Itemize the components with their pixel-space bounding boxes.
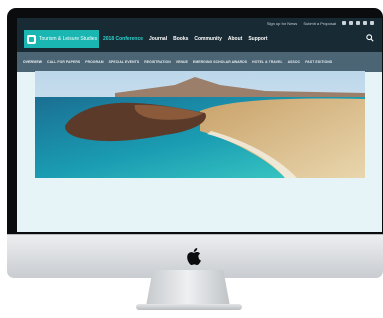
subnav-hotel-travel[interactable]: HOTEL & TRAVEL <box>252 60 282 64</box>
nav-conference[interactable]: 2018 Conference <box>103 36 143 42</box>
subnav-overview[interactable]: OVERVIEW <box>23 60 42 64</box>
nav-journal[interactable]: Journal <box>149 36 167 42</box>
site-logo[interactable]: Tourism & Leisure Studies <box>24 30 99 48</box>
subnav-emerging-scholar-awards[interactable]: EMERGING SCHOLAR AWARDS <box>193 60 247 64</box>
conference-sub-nav: OVERVIEW CALL FOR PAPERS PROGRAM SPECIAL… <box>17 52 382 72</box>
website-screen: Sign up for News Submit a Proposal Touri… <box>17 18 382 232</box>
subnav-assoc[interactable]: ASSOC <box>288 60 301 64</box>
subnav-venue[interactable]: VENUE <box>176 60 188 64</box>
imac-stand <box>146 270 230 306</box>
imac-foot <box>136 304 242 310</box>
nav-books[interactable]: Books <box>173 36 188 42</box>
subnav-past-editions[interactable]: PAST EDITIONS <box>305 60 332 64</box>
subnav-call-for-papers[interactable]: CALL FOR PAPERS <box>47 60 80 64</box>
site-header: Sign up for News Submit a Proposal Touri… <box>17 18 382 52</box>
hero-beach-image <box>35 71 365 178</box>
youtube-icon[interactable] <box>370 21 374 25</box>
logo-text: Tourism & Leisure Studies <box>39 36 98 42</box>
nav-community[interactable]: Community <box>194 36 222 42</box>
utility-bar: Sign up for News Submit a Proposal <box>267 21 374 26</box>
search-icon[interactable] <box>366 34 374 42</box>
signup-link[interactable]: Sign up for News <box>267 21 297 26</box>
logo-cube-icon <box>27 34 36 44</box>
nav-about[interactable]: About <box>228 36 242 42</box>
social-icons <box>342 21 374 26</box>
linkedin-icon[interactable] <box>356 21 360 25</box>
facebook-icon[interactable] <box>342 21 346 25</box>
subnav-registration[interactable]: REGISTRATION <box>144 60 171 64</box>
imac-mockup: Sign up for News Submit a Proposal Touri… <box>7 8 383 278</box>
apple-logo-icon <box>187 248 201 265</box>
subnav-program[interactable]: PROGRAM <box>85 60 103 64</box>
main-nav: 2018 Conference Journal Books Community … <box>103 36 268 42</box>
twitter-icon[interactable] <box>349 21 353 25</box>
submit-proposal-link[interactable]: Submit a Proposal <box>303 21 336 26</box>
screen-bezel: Sign up for News Submit a Proposal Touri… <box>7 8 383 234</box>
subnav-special-events[interactable]: SPECIAL EVENTS <box>109 60 140 64</box>
instagram-icon[interactable] <box>363 21 367 25</box>
nav-support[interactable]: Support <box>248 36 267 42</box>
